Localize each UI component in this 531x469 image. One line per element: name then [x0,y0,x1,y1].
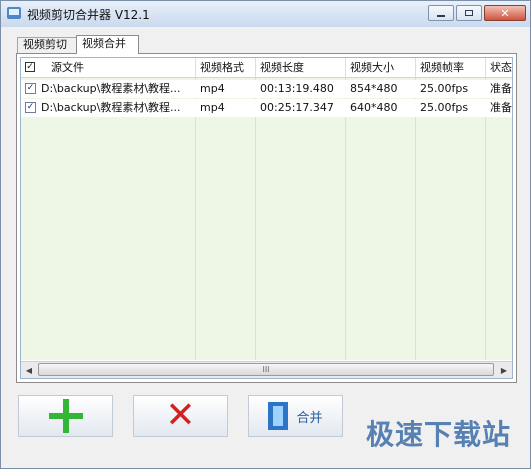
title-bar[interactable]: 视频剪切合并器 V12.1 ✕ [1,1,530,27]
watermark-text: 极速下载站 [365,418,511,451]
cell-duration: 00:13:19.480 [260,82,334,95]
app-window: 视频剪切合并器 V12.1 ✕ 视频剪切 视频合并 ✓ 源文件 视频格式 视频长… [0,0,531,469]
column-divider [415,78,416,360]
column-fps[interactable]: 视频帧率 [416,58,486,77]
close-button[interactable]: ✕ [484,5,526,21]
column-format[interactable]: 视频格式 [196,58,256,77]
list-body: ✓ D:\backup\教程素材\教程... mp4 00:13:19.480 … [21,78,512,360]
cell-size: 640*480 [350,101,398,114]
column-divider [195,78,196,360]
column-divider [485,78,486,360]
cell-fps: 25.00fps [420,82,469,95]
column-duration[interactable]: 视频长度 [256,58,346,77]
add-file-button[interactable] [18,395,113,437]
row-checkbox[interactable]: ✓ [25,102,36,113]
plus-icon [48,399,83,433]
maximize-icon [465,10,473,16]
x-icon: ✕ [165,395,196,436]
table-row[interactable]: ✓ D:\backup\教程素材\教程... mp4 00:13:19.480 … [21,80,512,98]
cell-duration: 00:25:17.347 [260,101,334,114]
maximize-button[interactable] [456,5,482,21]
merge-button[interactable]: 合并 [248,395,343,437]
column-source-file[interactable]: ✓ 源文件 [21,58,196,77]
select-all-checkbox[interactable]: ✓ [25,62,35,72]
cell-format: mp4 [200,82,225,95]
scroll-thumb[interactable]: III [38,363,494,376]
minimize-button[interactable] [428,5,454,21]
list-header: ✓ 源文件 视频格式 视频长度 视频大小 视频帧率 状态 [21,58,512,78]
column-source-file-label: 源文件 [51,61,84,74]
cell-status: 准备 [490,82,512,95]
file-list: ✓ 源文件 视频格式 视频长度 视频大小 视频帧率 状态 ✓ D:\backup… [20,57,513,379]
film-icon [268,402,289,430]
window-title: 视频剪切合并器 V12.1 [27,8,150,22]
cell-fps: 25.00fps [420,101,469,114]
tab-video-merge[interactable]: 视频合并 [76,35,139,54]
row-checkbox[interactable]: ✓ [25,83,36,94]
cell-file: D:\backup\教程素材\教程... [41,82,181,95]
cell-format: mp4 [200,101,225,114]
column-status[interactable]: 状态 [486,58,512,77]
column-divider [255,78,256,360]
merge-panel: ✓ 源文件 视频格式 视频长度 视频大小 视频帧率 状态 ✓ D:\backup… [16,53,517,383]
remove-file-button[interactable]: ✕ [133,395,228,437]
column-size[interactable]: 视频大小 [346,58,416,77]
tab-video-cut[interactable]: 视频剪切 [17,37,77,53]
table-row[interactable]: ✓ D:\backup\教程素材\教程... mp4 00:25:17.347 … [21,99,512,117]
cell-file: D:\backup\教程素材\教程... [41,101,181,114]
cell-size: 854*480 [350,82,398,95]
close-icon: ✕ [500,6,510,20]
merge-button-label: 合并 [296,410,323,426]
horizontal-scrollbar[interactable]: ◀ III ▶ [21,361,512,378]
scroll-right-arrow-icon[interactable]: ▶ [496,362,512,378]
minimize-icon [437,14,445,17]
cell-status: 准备 [490,101,512,114]
window-controls: ✕ [428,5,526,21]
app-icon [7,7,21,19]
scroll-left-arrow-icon[interactable]: ◀ [21,362,37,378]
column-divider [345,78,346,360]
